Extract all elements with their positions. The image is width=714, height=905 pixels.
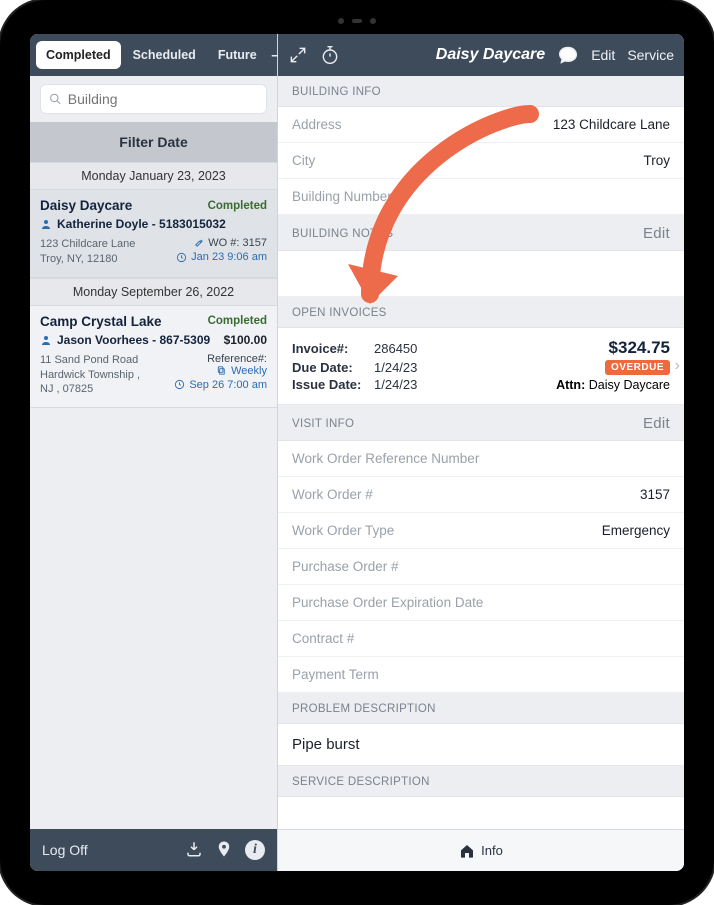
left-bottombar: Log Off i bbox=[30, 829, 277, 871]
visit-name: Camp Crystal Lake bbox=[40, 314, 162, 329]
section-building-notes: BUILDING NOTESEdit bbox=[278, 215, 684, 251]
date-header-1: Monday September 26, 2022 bbox=[30, 278, 277, 306]
chat-icon[interactable] bbox=[557, 44, 579, 66]
tab-scheduled[interactable]: Scheduled bbox=[123, 41, 206, 69]
copy-icon bbox=[216, 365, 227, 376]
row-wo-ref: Work Order Reference Number bbox=[278, 441, 684, 477]
detail-title: Daisy Daycare bbox=[436, 46, 545, 64]
left-pane: Completed Scheduled Future ＋ Filter Date… bbox=[30, 34, 278, 871]
person-icon bbox=[40, 218, 52, 230]
visit-address: 11 Sand Pond Road Hardwick Township , NJ… bbox=[40, 353, 140, 398]
problem-text: Pipe burst bbox=[278, 724, 684, 766]
edit-link[interactable]: Edit bbox=[591, 47, 615, 63]
bottom-tab-info[interactable]: Info bbox=[278, 829, 684, 871]
left-tabbar: Completed Scheduled Future ＋ bbox=[30, 34, 277, 76]
section-open-invoices: OPEN INVOICES bbox=[278, 297, 684, 328]
overdue-badge: OVERDUE bbox=[605, 360, 670, 375]
section-service-desc: SERVICE DESCRIPTION bbox=[278, 766, 684, 797]
row-payterm: Payment Term bbox=[278, 657, 684, 693]
row-contract: Contract # bbox=[278, 621, 684, 657]
visit-status: Completed bbox=[208, 315, 267, 327]
wrench-icon bbox=[193, 238, 204, 249]
visit-meta: WO #: 3157 Jan 23 9:06 am bbox=[176, 237, 267, 267]
visit-person: Jason Voorhees - 867-5309 bbox=[57, 333, 210, 347]
invoice-amount: $324.75 bbox=[609, 338, 670, 358]
visit-person: Katherine Doyle - 5183015032 bbox=[57, 217, 226, 231]
visit-meta: Reference#: Weekly Sep 26 7:00 am bbox=[174, 353, 267, 398]
log-off-button[interactable]: Log Off bbox=[42, 842, 88, 858]
search-icon bbox=[49, 92, 62, 106]
filter-date-button[interactable]: Filter Date bbox=[30, 122, 277, 162]
tab-future[interactable]: Future bbox=[208, 41, 267, 69]
right-pane: Daisy Daycare Edit Service BUILDING INFO… bbox=[278, 34, 684, 871]
ipad-frame: Completed Scheduled Future ＋ Filter Date… bbox=[0, 0, 714, 905]
date-header-0: Monday January 23, 2023 bbox=[30, 162, 277, 190]
download-icon[interactable] bbox=[185, 840, 203, 861]
visit-address: 123 Childcare Lane Troy, NY, 12180 bbox=[40, 237, 135, 267]
row-city: CityTroy bbox=[278, 143, 684, 179]
row-wo-type: Work Order TypeEmergency bbox=[278, 513, 684, 549]
stopwatch-icon[interactable] bbox=[320, 45, 340, 65]
visit-card-camp[interactable]: Camp Crystal Lake Completed Jason Voorhe… bbox=[30, 306, 277, 409]
section-visit-info: VISIT INFOEdit bbox=[278, 405, 684, 441]
visit-name: Daisy Daycare bbox=[40, 198, 132, 213]
info-icon[interactable]: i bbox=[245, 840, 265, 860]
section-problem-desc: PROBLEM DESCRIPTION bbox=[278, 693, 684, 724]
ipad-camera bbox=[338, 18, 376, 24]
detail-scroll[interactable]: BUILDING INFO Address123 Childcare Lane … bbox=[278, 76, 684, 829]
search-input[interactable] bbox=[68, 91, 258, 107]
expand-icon[interactable] bbox=[288, 45, 308, 65]
clock-icon bbox=[174, 379, 185, 390]
row-building-number: Building Number bbox=[278, 179, 684, 215]
person-icon bbox=[40, 334, 52, 346]
search-wrap bbox=[30, 76, 277, 122]
chevron-right-icon: › bbox=[675, 357, 680, 375]
visit-edit[interactable]: Edit bbox=[643, 415, 670, 432]
tab-completed[interactable]: Completed bbox=[36, 41, 121, 69]
clock-icon bbox=[176, 252, 187, 263]
notes-empty bbox=[278, 251, 684, 297]
right-topbar: Daisy Daycare Edit Service bbox=[278, 34, 684, 76]
invoice-row[interactable]: Invoice#:286450$324.75 Due Date:1/24/23O… bbox=[278, 328, 684, 405]
left-empty bbox=[30, 408, 277, 829]
search-field[interactable] bbox=[40, 84, 267, 114]
location-icon[interactable] bbox=[215, 840, 233, 861]
visit-status: Completed bbox=[208, 200, 267, 212]
home-icon bbox=[459, 843, 475, 859]
service-link[interactable]: Service bbox=[627, 47, 674, 63]
row-wo-num: Work Order #3157 bbox=[278, 477, 684, 513]
app-screen: Completed Scheduled Future ＋ Filter Date… bbox=[30, 34, 684, 871]
section-building-info: BUILDING INFO bbox=[278, 76, 684, 107]
row-address: Address123 Childcare Lane bbox=[278, 107, 684, 143]
visit-amount: $100.00 bbox=[224, 333, 267, 347]
visit-card-daisy[interactable]: Daisy Daycare Completed Katherine Doyle … bbox=[30, 190, 277, 278]
row-po-exp: Purchase Order Expiration Date bbox=[278, 585, 684, 621]
notes-edit[interactable]: Edit bbox=[643, 225, 670, 242]
row-po: Purchase Order # bbox=[278, 549, 684, 585]
